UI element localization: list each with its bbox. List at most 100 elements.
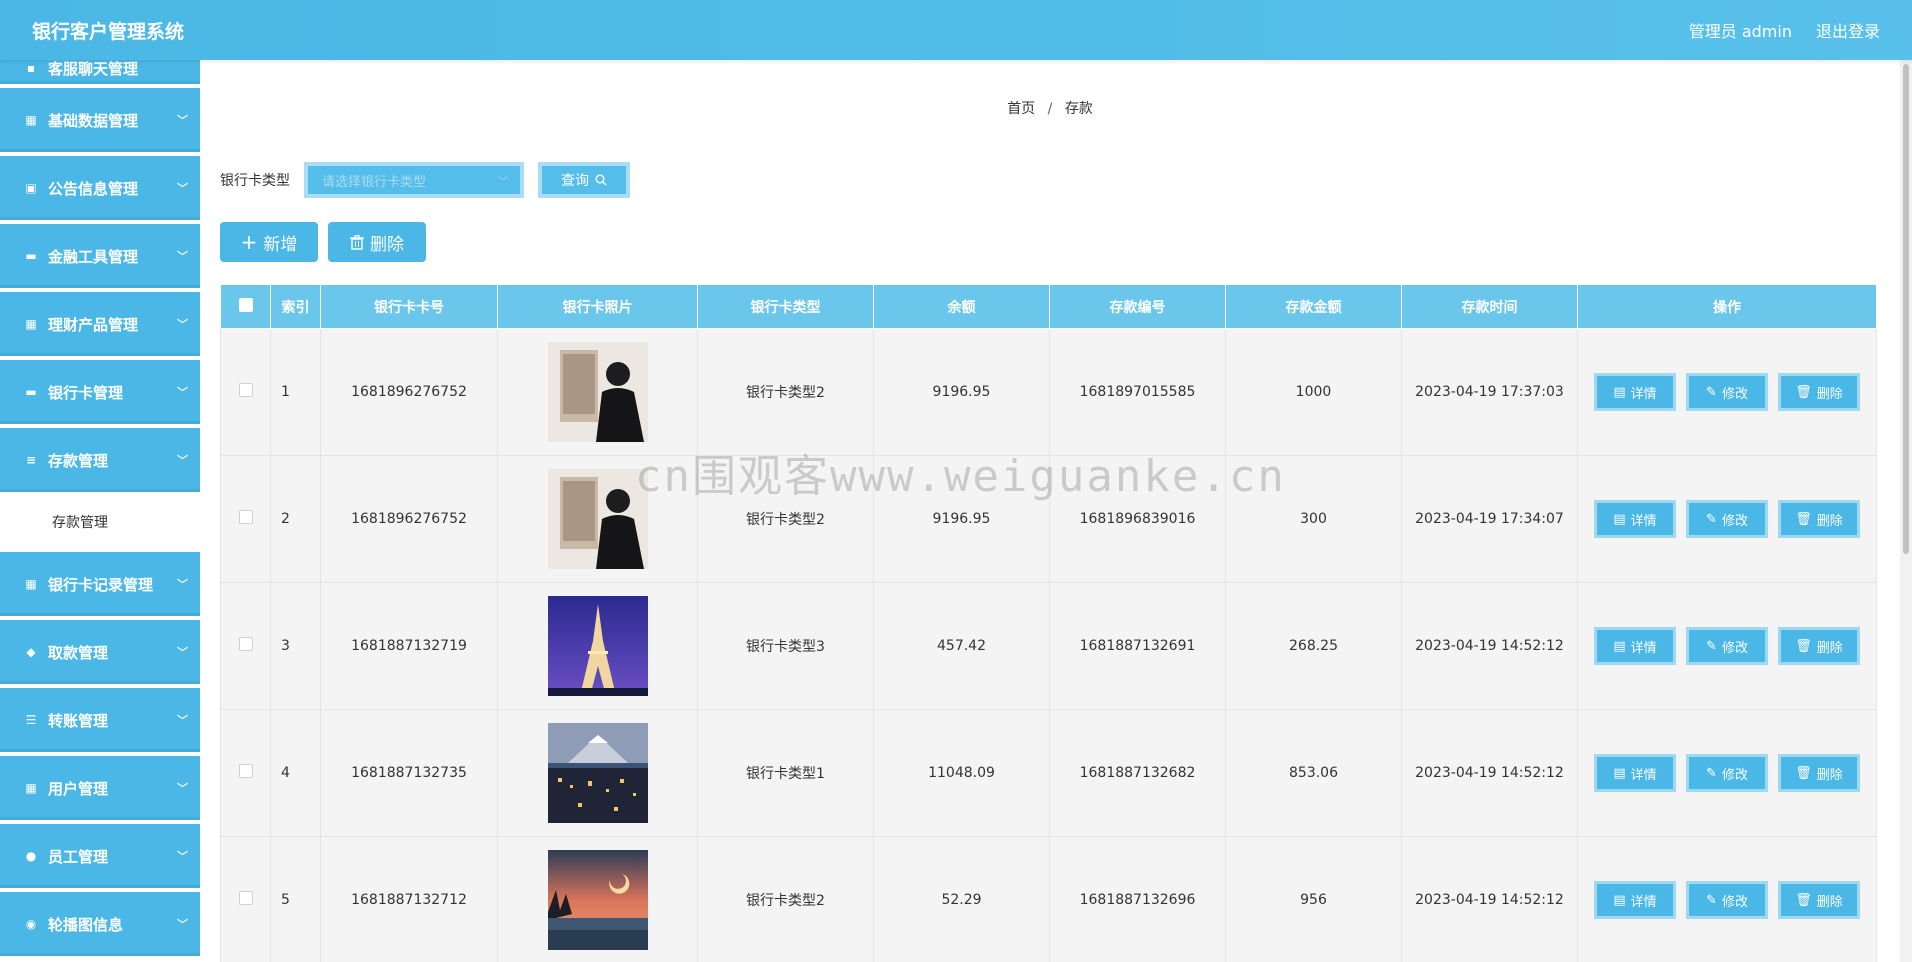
delete-label: 删除 xyxy=(1816,386,1843,402)
card-no-cell: 1681887132712 xyxy=(320,836,498,962)
sidebar-item-label: 存款管理 xyxy=(48,451,109,470)
card-type-cell: 银行卡类型3 xyxy=(697,582,874,710)
time-cell: 2023-04-19 14:52:12 xyxy=(1401,709,1578,837)
detail-button[interactable]: ▤ 详情 xyxy=(1594,500,1676,538)
sunset-lake-photo xyxy=(547,850,648,950)
delete-button[interactable]: 🗑 删除 xyxy=(1778,754,1860,792)
sidebar-item-label: 公告信息管理 xyxy=(48,179,139,198)
chevron-down-icon: ﹀ xyxy=(177,454,188,467)
delete-label: 删除 xyxy=(1816,640,1843,656)
card-type-cell: 银行卡类型2 xyxy=(697,328,874,456)
sidebar-item-finance-tools[interactable]: ▬ 金融工具管理 ﹀ xyxy=(0,224,200,288)
sidebar-item-users[interactable]: ▦ 用户管理 ﹀ xyxy=(0,756,200,820)
select-placeholder: 请选择银行卡类型 xyxy=(322,174,427,190)
balance-cell: 9196.95 xyxy=(873,455,1050,583)
chevron-down-icon: ﹀ xyxy=(177,782,188,795)
delete-button[interactable]: 🗑 删除 xyxy=(1778,627,1860,665)
sidebar-item-label: 银行卡管理 xyxy=(48,383,124,402)
ops-cell: ▤ 详情 ✎ 修改 🗑 删除 xyxy=(1577,455,1877,583)
balance-cell: 11048.09 xyxy=(873,709,1050,837)
document-icon: ▤ xyxy=(1613,638,1626,654)
delete-button[interactable]: 🗑 删除 xyxy=(1778,881,1860,919)
vertical-scrollbar[interactable] xyxy=(1900,60,1912,962)
sidebar-item-staff[interactable]: ● 员工管理 ﹀ xyxy=(0,824,200,888)
edit-button[interactable]: ✎ 修改 xyxy=(1686,627,1768,665)
index-cell: 2 xyxy=(270,455,321,583)
row-checkbox[interactable] xyxy=(238,637,253,651)
bankcard-icon: ▬ xyxy=(25,385,37,399)
row-checkbox[interactable] xyxy=(238,383,253,397)
time-cell: 2023-04-19 17:37:03 xyxy=(1401,328,1578,456)
edit-label: 修改 xyxy=(1721,894,1748,910)
breadcrumb-home[interactable]: 首页 xyxy=(1007,101,1035,117)
current-user[interactable]: 管理员 admin xyxy=(1689,18,1792,42)
batch-delete-button[interactable]: 删除 xyxy=(328,222,426,262)
chevron-down-icon: ﹀ xyxy=(177,918,188,931)
sidebar-item-carousel[interactable]: ◉ 轮播图信息 ﹀ xyxy=(0,892,200,956)
sidebar-item-wealth-products[interactable]: ▦ 理财产品管理 ﹀ xyxy=(0,292,200,356)
row-checkbox[interactable] xyxy=(238,891,253,905)
chevron-down-icon: ﹀ xyxy=(177,578,188,591)
row-select-cell xyxy=(220,709,271,837)
table-row: 4 1681887132735 银行卡类型1 11048.09 168188713268… xyxy=(220,709,1877,837)
amount-cell: 1000 xyxy=(1225,328,1402,456)
edit-button[interactable]: ✎ 修改 xyxy=(1686,754,1768,792)
detail-button[interactable]: ▤ 详情 xyxy=(1594,373,1676,411)
trash-icon: 🗑 xyxy=(1795,511,1812,527)
sidebar-item-card-records[interactable]: ▦ 银行卡记录管理 ﹀ xyxy=(0,552,200,616)
sidebar-item-withdraw[interactable]: ◆ 取款管理 ﹀ xyxy=(0,620,200,684)
delete-button[interactable]: 🗑 删除 xyxy=(1778,500,1860,538)
clipboard-icon: ▣ xyxy=(25,181,37,195)
trash-icon: 🗑 xyxy=(1795,638,1812,654)
deposit-no-cell: 1681887132682 xyxy=(1049,709,1226,837)
sidebar-item-chat[interactable]: ▪ 客服聊天管理 xyxy=(0,60,200,84)
sidebar-item-bank-card[interactable]: ▬ 银行卡管理 ﹀ xyxy=(0,360,200,424)
query-button-label: 查询 xyxy=(561,173,589,189)
time-cell: 2023-04-19 14:52:12 xyxy=(1401,582,1578,710)
detail-button[interactable]: ▤ 详情 xyxy=(1594,754,1676,792)
column-header: 存款时间 xyxy=(1401,284,1578,329)
sidebar-item-notice[interactable]: ▣ 公告信息管理 ﹀ xyxy=(0,156,200,220)
query-button[interactable]: 查询 xyxy=(538,162,630,198)
detail-button[interactable]: ▤ 详情 xyxy=(1594,881,1676,919)
row-select-cell xyxy=(220,582,271,710)
select-all-checkbox[interactable] xyxy=(238,297,253,312)
card-type-select[interactable]: 请选择银行卡类型 ﹀ xyxy=(304,162,524,198)
chevron-down-icon: ﹀ xyxy=(177,318,188,331)
detail-label: 详情 xyxy=(1630,640,1657,656)
amount-cell: 956 xyxy=(1225,836,1402,962)
edit-label: 修改 xyxy=(1721,513,1748,529)
edit-button[interactable]: ✎ 修改 xyxy=(1686,500,1768,538)
portrait-photo xyxy=(547,342,648,442)
plus-icon: + xyxy=(240,230,258,254)
list-icon: ≡ xyxy=(25,453,37,467)
index-cell: 1 xyxy=(270,328,321,456)
row-checkbox[interactable] xyxy=(238,764,253,778)
trash-icon: 🗑 xyxy=(1795,892,1812,908)
row-checkbox[interactable] xyxy=(238,510,253,524)
search-icon xyxy=(595,174,607,186)
sidebar-item-transfer[interactable]: ☰ 转账管理 ﹀ xyxy=(0,688,200,752)
add-button[interactable]: + 新增 xyxy=(220,222,318,262)
grid-icon: ▦ xyxy=(25,317,37,331)
table-row: 1 1681896276752 银行卡类型2 9196.95 1681897015585… xyxy=(220,328,1877,456)
breadcrumb-separator: / xyxy=(1047,101,1053,117)
trash-icon: 🗑 xyxy=(1795,384,1812,400)
sidebar-item-deposit[interactable]: ≡ 存款管理 ﹀ xyxy=(0,428,200,492)
amount-cell: 853.06 xyxy=(1225,709,1402,837)
edit-button[interactable]: ✎ 修改 xyxy=(1686,881,1768,919)
amount-cell: 268.25 xyxy=(1225,582,1402,710)
card-no-cell: 1681887132719 xyxy=(320,582,498,710)
chevron-down-icon: ﹀ xyxy=(177,714,188,727)
delete-button[interactable]: 🗑 删除 xyxy=(1778,373,1860,411)
edit-button[interactable]: ✎ 修改 xyxy=(1686,373,1768,411)
logout-link[interactable]: 退出登录 xyxy=(1816,18,1880,42)
sidebar-item-basic-data[interactable]: ▦ 基础数据管理 ﹀ xyxy=(0,88,200,152)
chevron-down-icon: ﹀ xyxy=(498,176,508,188)
detail-button[interactable]: ▤ 详情 xyxy=(1594,627,1676,665)
sidebar-subitem-deposit[interactable]: 存款管理 xyxy=(0,496,200,548)
chevron-down-icon: ﹀ xyxy=(177,114,188,127)
ops-cell: ▤ 详情 ✎ 修改 🗑 删除 xyxy=(1577,328,1877,456)
sidebar-item-label: 银行卡记录管理 xyxy=(48,575,154,594)
scrollbar-thumb[interactable] xyxy=(1903,64,1909,554)
